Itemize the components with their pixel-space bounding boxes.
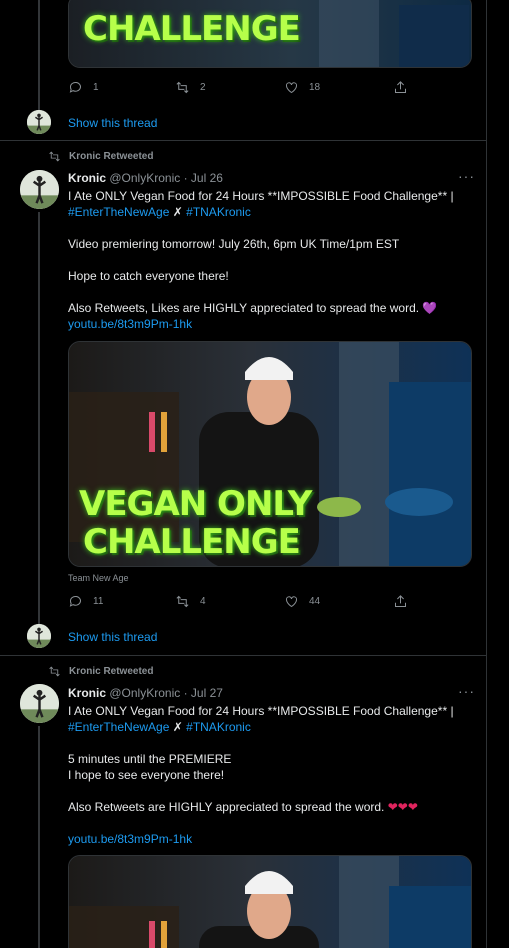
cross-mark: ✗ — [172, 720, 183, 734]
card-source: Team New Age — [68, 573, 129, 583]
reply-icon — [69, 82, 81, 93]
retweet-icon — [49, 151, 60, 162]
retweet-count: 4 — [200, 596, 206, 607]
share-icon — [395, 595, 406, 607]
retweet-icon — [176, 595, 189, 608]
retweet-count: 2 — [200, 82, 206, 93]
tweet-header: Kronic @OnlyKronic · Jul 27 — [68, 686, 223, 700]
reply-count: 11 — [93, 596, 104, 607]
thumbnail-text: CHALLENGE — [83, 9, 301, 49]
cross-mark: ✗ — [172, 205, 183, 219]
tweet-text: I Ate ONLY Vegan Food for 24 Hours **IMP… — [68, 703, 473, 847]
tweet-line: 5 minutes until the PREMIERE — [68, 752, 232, 766]
like-count: 18 — [309, 82, 321, 93]
tweet-actions: 1 2 18 — [68, 80, 408, 98]
avatar[interactable] — [20, 684, 59, 723]
tweet-header: Kronic @OnlyKronic · Jul 26 — [68, 171, 223, 185]
tweet-date[interactable]: · Jul 26 — [184, 171, 223, 185]
hashtag-link[interactable]: #TNAKronic — [186, 720, 251, 734]
avatar[interactable] — [20, 170, 59, 209]
heart-icon — [286, 596, 297, 608]
thumbnail-text: VEGAN ONLY — [79, 484, 312, 524]
hashtag-link[interactable]: #EnterTheNewAge — [68, 720, 169, 734]
handle[interactable]: @OnlyKronic — [109, 686, 180, 700]
thumbnail-image — [69, 856, 471, 948]
retweet-button[interactable]: 2 — [175, 80, 206, 95]
show-thread-link[interactable]: Show this thread — [68, 630, 157, 644]
thread-line — [38, 0, 40, 110]
tweet-media-thumbnail[interactable] — [68, 855, 472, 948]
share-button[interactable] — [393, 80, 408, 95]
tweet-title: I Ate ONLY Vegan Food for 24 Hours **IMP… — [68, 704, 454, 718]
divider — [0, 655, 486, 656]
hashtag-link[interactable]: #TNAKronic — [186, 205, 251, 219]
display-name[interactable]: Kronic — [68, 171, 106, 185]
like-button[interactable]: 44 — [284, 594, 320, 609]
retweeted-by: Kronic Retweeted — [69, 151, 154, 162]
tweet-media-thumbnail[interactable]: CHALLENGE — [68, 0, 472, 68]
share-icon — [395, 81, 406, 93]
reply-icon — [69, 596, 81, 607]
tweet-line: I hope to see everyone there! — [68, 768, 225, 782]
tweet-actions: 11 4 44 — [68, 594, 408, 612]
red-hearts-emoji: ❤❤❤ — [387, 800, 418, 814]
retweet-button[interactable]: 4 — [175, 594, 206, 609]
thumbnail-text: CHALLENGE — [83, 522, 301, 562]
thread-line — [38, 726, 40, 948]
reply-button[interactable]: 1 — [68, 80, 99, 95]
url-link[interactable]: youtu.be/8t3m9Pm-1hk — [68, 832, 192, 846]
avatar[interactable] — [27, 624, 51, 648]
tweet-title: I Ate ONLY Vegan Food for 24 Hours **IMP… — [68, 189, 454, 203]
retweeted-by: Kronic Retweeted — [69, 666, 154, 677]
retweeted-label: Kronic Retweeted — [48, 150, 153, 163]
tweet-line: Also Retweets are HIGHLY appreciated to … — [68, 800, 385, 814]
tweet-line: Hope to catch everyone there! — [68, 269, 229, 283]
tweet-line: Also Retweets, Likes are HIGHLY apprecia… — [68, 301, 420, 315]
retweeted-label: Kronic Retweeted — [48, 665, 153, 678]
retweet-icon — [49, 666, 60, 677]
purple-heart-emoji: 💜 — [422, 301, 438, 315]
heart-icon — [286, 82, 297, 94]
reply-count: 1 — [93, 82, 99, 93]
thread-line — [38, 212, 40, 624]
like-count: 44 — [309, 596, 321, 607]
show-thread-link[interactable]: Show this thread — [68, 116, 157, 130]
tweet-date[interactable]: · Jul 27 — [184, 686, 223, 700]
like-button[interactable]: 18 — [284, 80, 320, 95]
divider — [0, 140, 486, 141]
tweet-media-thumbnail[interactable]: VEGAN ONLY CHALLENGE — [68, 341, 472, 567]
retweet-icon — [176, 81, 189, 94]
avatar[interactable] — [27, 110, 51, 134]
display-name[interactable]: Kronic — [68, 686, 106, 700]
timeline-column: ⌃ CHALLENGE 1 2 18 — [0, 0, 487, 948]
reply-button[interactable]: 11 — [68, 594, 103, 609]
hashtag-link[interactable]: #EnterTheNewAge — [68, 205, 169, 219]
tweet-text: I Ate ONLY Vegan Food for 24 Hours **IMP… — [68, 188, 473, 332]
tweet-line: Video premiering tomorrow! July 26th, 6p… — [68, 237, 400, 251]
share-button[interactable] — [393, 594, 408, 609]
more-icon[interactable]: ··· — [458, 168, 475, 184]
handle[interactable]: @OnlyKronic — [109, 171, 180, 185]
url-link[interactable]: youtu.be/8t3m9Pm-1hk — [68, 317, 192, 331]
more-icon[interactable]: ··· — [458, 683, 475, 699]
